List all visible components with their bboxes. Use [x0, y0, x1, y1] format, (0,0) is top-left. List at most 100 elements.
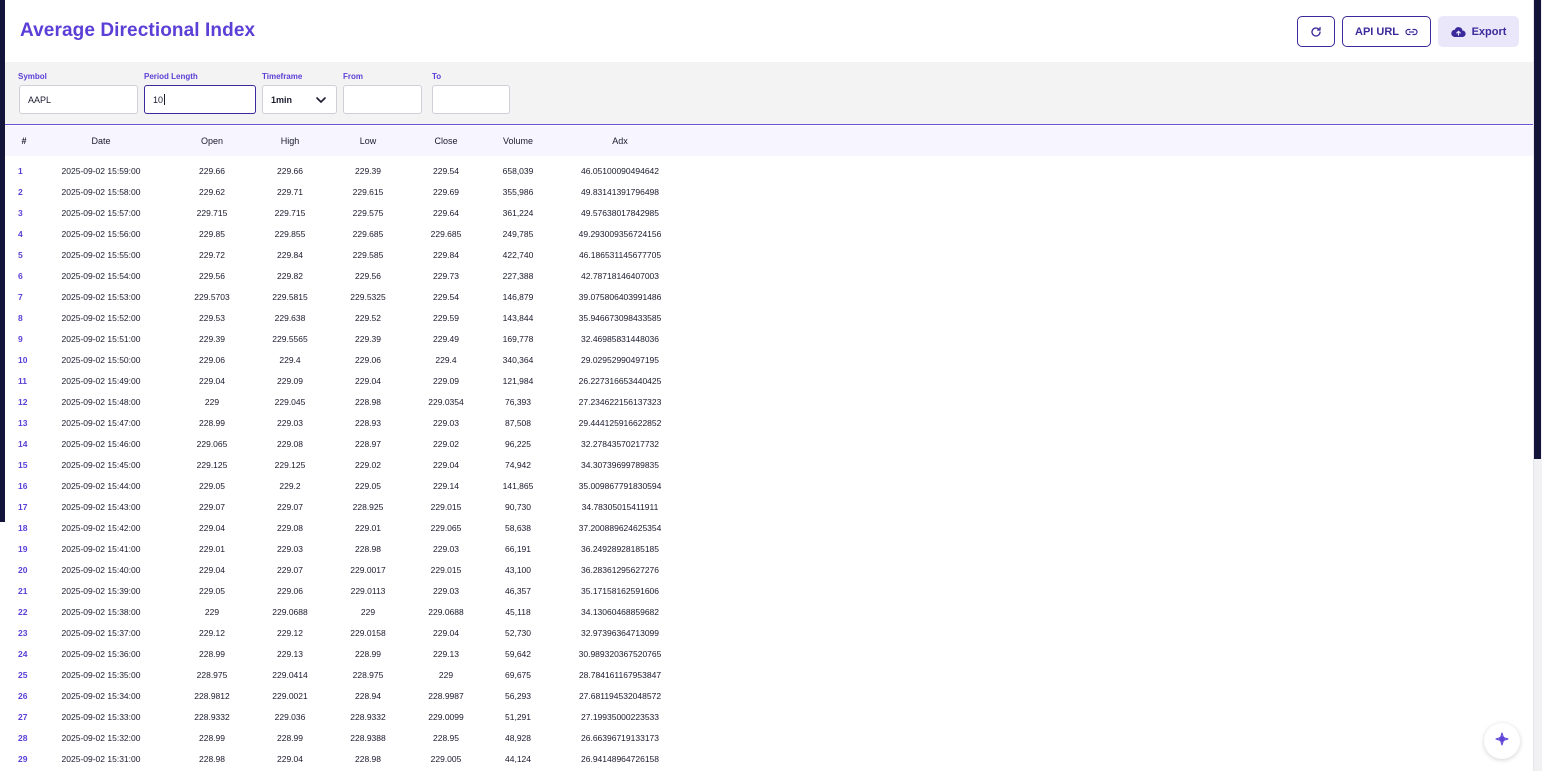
cell-idx: 6 — [18, 271, 23, 281]
cell-adx: 46.05100090494642 — [581, 166, 659, 176]
table-row[interactable]: 22 2025-09-02 15:38:00 229 229.0688 229 229.0… — [5, 607, 1533, 628]
export-button[interactable]: Export — [1438, 16, 1519, 47]
cell-idx: 19 — [18, 544, 28, 554]
cell-open: 228.99 — [199, 418, 225, 428]
cell-volume: 143,844 — [502, 313, 534, 323]
table-row[interactable]: 5 2025-09-02 15:55:00 229.72 229.84 229.585 2… — [5, 250, 1533, 271]
column-header-date[interactable]: Date — [91, 136, 110, 146]
cell-date: 2025-09-02 15:32:00 — [61, 733, 141, 743]
cell-open: 229.72 — [199, 250, 225, 260]
page-scrollbar-thumb[interactable] — [1534, 0, 1541, 459]
symbol-input[interactable]: AAPL — [19, 85, 138, 114]
table-row[interactable]: 25 2025-09-02 15:35:00 228.975 229.0414 228.… — [5, 670, 1533, 691]
table-row[interactable]: 1 2025-09-02 15:59:00 229.66 229.66 229.39 22… — [5, 166, 1533, 187]
cell-adx: 29.444125916622852 — [578, 418, 662, 428]
column-header-high[interactable]: High — [281, 136, 300, 146]
table-row[interactable]: 26 2025-09-02 15:34:00 228.9812 229.0021 228… — [5, 691, 1533, 712]
cell-open: 229.62 — [199, 187, 225, 197]
table-row[interactable]: 27 2025-09-02 15:33:00 228.9332 229.036 228.… — [5, 712, 1533, 733]
page-scrollbar[interactable] — [1533, 0, 1542, 771]
cell-idx: 27 — [18, 712, 28, 722]
cell-date: 2025-09-02 15:37:00 — [61, 628, 141, 638]
cell-volume: 58,638 — [505, 523, 531, 533]
table-row[interactable]: 19 2025-09-02 15:41:00 229.01 229.03 228.98 2… — [5, 544, 1533, 565]
table-row[interactable]: 12 2025-09-02 15:48:00 229 229.045 228.98 229… — [5, 397, 1533, 418]
cell-open: 229.05 — [199, 481, 225, 491]
cell-date: 2025-09-02 15:59:00 — [61, 166, 141, 176]
cell-high: 229.045 — [274, 397, 306, 407]
column-header-open[interactable]: Open — [201, 136, 223, 146]
from-date-input[interactable] — [343, 85, 422, 114]
cell-close: 229.13 — [433, 649, 459, 659]
column-header-low[interactable]: Low — [360, 136, 377, 146]
cell-adx: 29.02952990497195 — [581, 355, 659, 365]
cell-volume: 87,508 — [505, 418, 531, 428]
cell-date: 2025-09-02 15:36:00 — [61, 649, 141, 659]
cell-volume: 361,224 — [502, 208, 534, 218]
column-header-adx[interactable]: Adx — [612, 136, 628, 146]
table-row[interactable]: 29 2025-09-02 15:31:00 228.98 229.04 228.98 2… — [5, 754, 1533, 771]
cell-low: 228.98 — [355, 544, 381, 554]
table-row[interactable]: 13 2025-09-02 15:47:00 228.99 229.03 228.93 2… — [5, 418, 1533, 439]
cell-date: 2025-09-02 15:54:00 — [61, 271, 141, 281]
table-row[interactable]: 15 2025-09-02 15:45:00 229.125 229.125 229.0… — [5, 460, 1533, 481]
table-row[interactable]: 17 2025-09-02 15:43:00 229.07 229.07 228.925… — [5, 502, 1533, 523]
chevron-down-icon — [316, 95, 326, 105]
cell-volume: 169,778 — [502, 334, 534, 344]
cell-volume: 51,291 — [505, 712, 531, 722]
table-row[interactable]: 11 2025-09-02 15:49:00 229.04 229.09 229.04 2… — [5, 376, 1533, 397]
cell-high: 229.5815 — [272, 292, 308, 302]
cell-low: 228.925 — [352, 502, 384, 512]
cell-open: 229.06 — [199, 355, 225, 365]
cell-open: 228.99 — [199, 649, 225, 659]
cell-open: 228.99 — [199, 733, 225, 743]
cell-idx: 14 — [18, 439, 28, 449]
table-row[interactable]: 24 2025-09-02 15:36:00 228.99 229.13 228.99 2… — [5, 649, 1533, 670]
table-header: # Date Open High Low Close Volume Adx — [5, 126, 1533, 156]
timeframe-select[interactable]: 1min — [262, 85, 337, 114]
column-header-idx[interactable]: # — [21, 136, 26, 146]
table-row[interactable]: 6 2025-09-02 15:54:00 229.56 229.82 229.56 22… — [5, 271, 1533, 292]
table-row[interactable]: 7 2025-09-02 15:53:00 229.5703 229.5815 229.… — [5, 292, 1533, 313]
column-header-close[interactable]: Close — [434, 136, 457, 146]
cell-low: 229.01 — [355, 523, 381, 533]
cloud-upload-icon — [1450, 26, 1466, 38]
cell-close: 229.685 — [430, 229, 462, 239]
cell-volume: 422,740 — [502, 250, 534, 260]
column-header-volume[interactable]: Volume — [503, 136, 533, 146]
refresh-button[interactable] — [1297, 16, 1335, 47]
cell-low: 229.06 — [355, 355, 381, 365]
table-row[interactable]: 23 2025-09-02 15:37:00 229.12 229.12 229.015… — [5, 628, 1533, 649]
cell-high: 229.71 — [277, 187, 303, 197]
period-length-value: 10 — [153, 94, 164, 105]
cell-high: 229.4 — [279, 355, 301, 365]
table-row[interactable]: 16 2025-09-02 15:44:00 229.05 229.2 229.05 22… — [5, 481, 1533, 502]
table-row[interactable]: 20 2025-09-02 15:40:00 229.04 229.07 229.001… — [5, 565, 1533, 586]
period-length-input[interactable]: 10 — [144, 85, 256, 114]
table-row[interactable]: 14 2025-09-02 15:46:00 229.065 229.08 228.97… — [5, 439, 1533, 460]
cell-adx: 36.28361295627276 — [581, 565, 659, 575]
table-row[interactable]: 9 2025-09-02 15:51:00 229.39 229.5565 229.39… — [5, 334, 1533, 355]
table-row[interactable]: 21 2025-09-02 15:39:00 229.05 229.06 229.011… — [5, 586, 1533, 607]
table-row[interactable]: 2 2025-09-02 15:58:00 229.62 229.71 229.615 2… — [5, 187, 1533, 208]
api-url-button[interactable]: API URL — [1342, 16, 1431, 47]
table-row[interactable]: 8 2025-09-02 15:52:00 229.53 229.638 229.52 2… — [5, 313, 1533, 334]
table-row[interactable]: 10 2025-09-02 15:50:00 229.06 229.4 229.06 22… — [5, 355, 1533, 376]
cell-low: 228.98 — [355, 397, 381, 407]
to-date-input[interactable] — [432, 85, 510, 114]
assistant-fab-button[interactable] — [1484, 723, 1520, 759]
table-row[interactable]: 28 2025-09-02 15:32:00 228.99 228.99 228.938… — [5, 733, 1533, 754]
table-row[interactable]: 18 2025-09-02 15:42:00 229.04 229.08 229.01 2… — [5, 523, 1533, 544]
cell-adx: 49.83141391796498 — [581, 187, 659, 197]
cell-close: 229.015 — [430, 565, 462, 575]
cell-volume: 59,642 — [505, 649, 531, 659]
cell-low: 229.585 — [352, 250, 384, 260]
export-label: Export — [1471, 25, 1507, 38]
table-row[interactable]: 3 2025-09-02 15:57:00 229.715 229.715 229.57… — [5, 208, 1533, 229]
cell-date: 2025-09-02 15:34:00 — [61, 691, 141, 701]
cell-high: 229.715 — [274, 208, 306, 218]
cell-idx: 13 — [18, 418, 28, 428]
symbol-value: AAPL — [28, 94, 52, 105]
table-row[interactable]: 4 2025-09-02 15:56:00 229.85 229.855 229.685… — [5, 229, 1533, 250]
cell-close: 229.4 — [435, 355, 457, 365]
